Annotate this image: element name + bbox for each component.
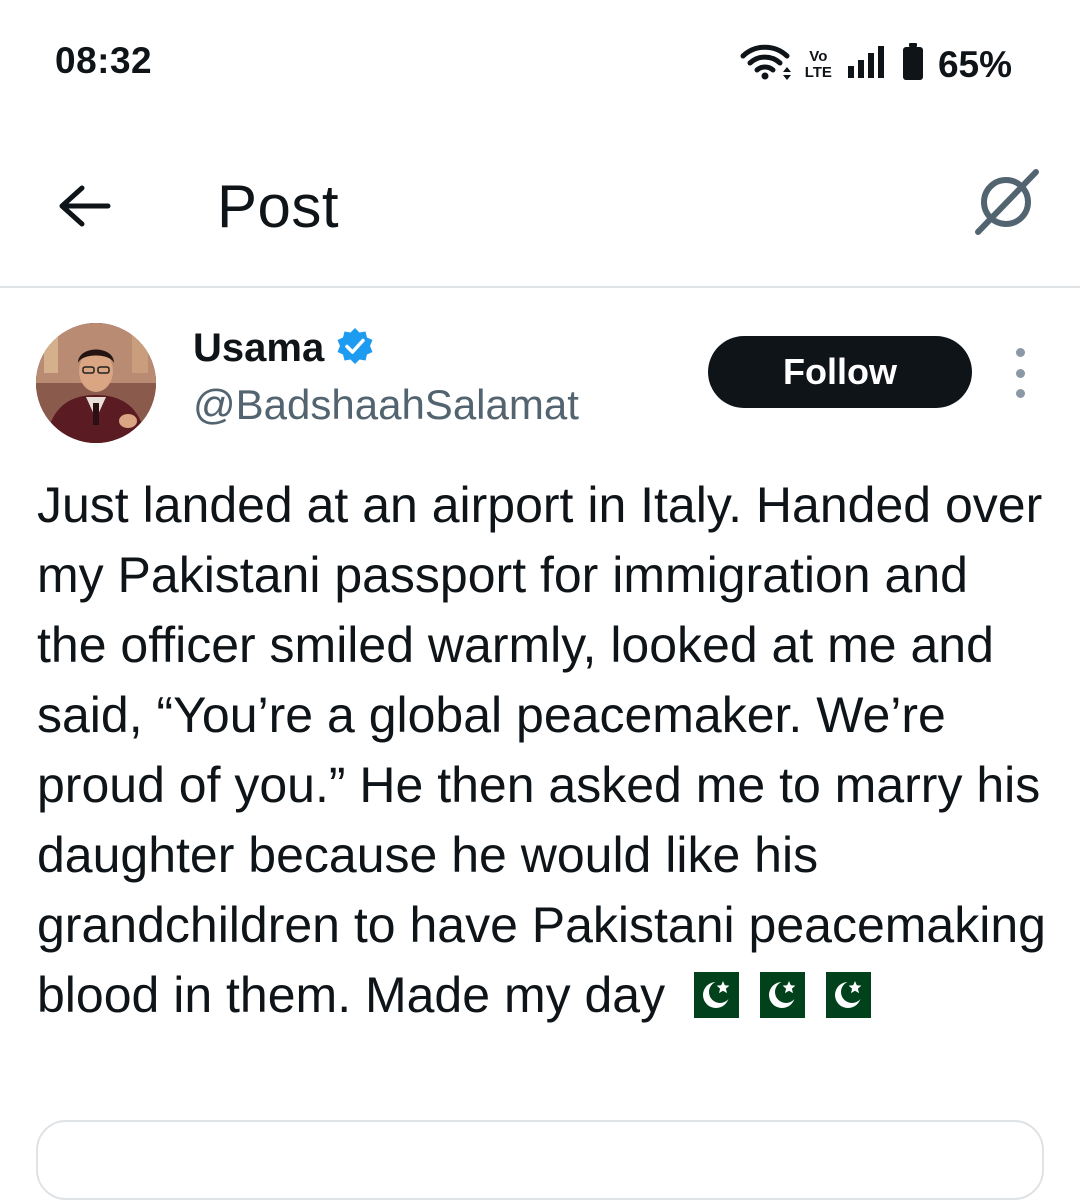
more-dot	[1015, 348, 1025, 357]
volte-top: Vo	[809, 47, 828, 65]
volte-bottom: LTE	[804, 63, 832, 81]
grok-icon	[970, 166, 1042, 243]
page-title: Post	[217, 173, 340, 240]
more-vertical-icon[interactable]	[1002, 348, 1038, 398]
volte-icon: Vo LTE	[804, 47, 832, 81]
battery-icon	[902, 42, 924, 87]
author-name-row[interactable]: Usama	[193, 326, 374, 371]
wifi-icon	[739, 42, 791, 87]
more-dot	[1015, 368, 1025, 378]
post-body: Just landed at an airport in Italy. Hand…	[37, 470, 1047, 1036]
more-dot	[1015, 389, 1025, 398]
top-bar: Post	[0, 130, 1080, 288]
follow-button[interactable]: Follow	[708, 336, 972, 408]
status-bar: 08:32 Vo LTE 65%	[0, 0, 1080, 130]
author-handle[interactable]: @BadshaahSalamat	[193, 381, 579, 429]
post-text: Just landed at an airport in Italy. Hand…	[37, 477, 1046, 1023]
signal-icon	[846, 44, 888, 85]
pakistan-flag-icon	[811, 966, 872, 1036]
battery-percentage: 65%	[937, 43, 1012, 85]
status-icons: Vo LTE 65%	[739, 42, 1012, 87]
back-button[interactable]	[52, 180, 116, 236]
verified-badge-icon[interactable]	[336, 327, 374, 370]
author-display-name[interactable]: Usama	[193, 326, 324, 371]
grok-button[interactable]	[968, 166, 1044, 242]
arrow-left-icon	[56, 184, 112, 233]
status-time: 08:32	[55, 40, 153, 81]
embedded-card[interactable]	[36, 1120, 1044, 1200]
pakistan-flag-icon	[679, 966, 740, 1036]
flag-emojis	[679, 966, 872, 1036]
pakistan-flag-icon	[745, 966, 806, 1036]
avatar[interactable]	[36, 323, 156, 443]
